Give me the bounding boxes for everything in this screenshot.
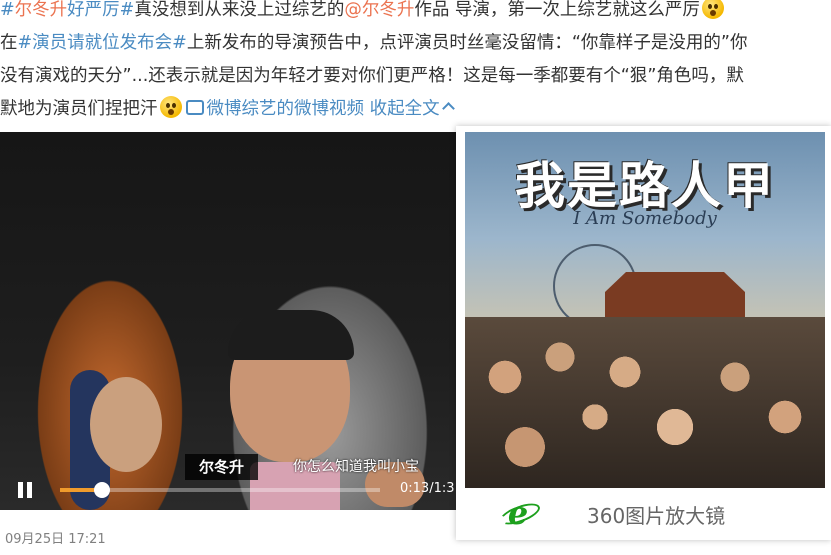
poster-subtitle: I Am Somebody xyxy=(573,208,717,229)
magnifier-bar[interactable]: e 360图片放大镜 xyxy=(456,488,831,540)
collapse-button[interactable]: 收起全文 xyxy=(370,99,455,119)
video-controls: 0:13/1:3 xyxy=(0,470,459,510)
post-text-segment: 导演，第一次上综艺就这么严厉 xyxy=(449,0,700,20)
video-frame-face-woman xyxy=(90,377,162,472)
crowd-graphic xyxy=(465,317,825,488)
progress-handle[interactable] xyxy=(93,482,110,498)
video-frame-hair-man xyxy=(228,310,354,360)
video-time: 0:13/1:3 xyxy=(400,481,455,496)
video-source-link[interactable]: 微博综艺的微博视频 xyxy=(207,99,365,119)
ie-e-icon: e xyxy=(503,497,533,529)
movie-poster-image[interactable]: 我是路人甲 I Am Somebody xyxy=(465,132,825,488)
video-player[interactable]: 尔冬升 你怎么知道我叫小宝 0:13/1:3 xyxy=(0,132,459,510)
magnifier-label: 360图片放大镜 xyxy=(587,504,726,528)
video-link-icon xyxy=(185,100,204,115)
chevron-up-icon xyxy=(441,102,455,115)
post-line-2: 在#演员请就位发布会#上新发布的导演预告中，点评演员时丝毫没留情：“你靠样子是没… xyxy=(0,27,826,60)
post-text-segment: 在 xyxy=(0,33,18,53)
sweat-face-emoji-icon xyxy=(159,96,182,118)
shocked-face-emoji-icon xyxy=(701,0,724,19)
mention-suffix: 作品 xyxy=(414,0,450,20)
post-text-segment: 没有演戏的天分”...还表示就是因为年轻才要对你们更严格！这是每一季都要有个“狠… xyxy=(0,66,744,86)
post-line-4: 默地为演员们捏把汗 微博综艺的微博视频 收起全文 xyxy=(0,93,826,126)
topic-link-actor-casting[interactable]: #演员请就位发布会# xyxy=(18,33,187,53)
palace-graphic xyxy=(605,272,745,322)
post-line-1: #尔冬升好严厉#真没想到从来没上过综艺的@尔冬升作品 导演，第一次上综艺就这么严… xyxy=(0,0,826,27)
progress-bar[interactable] xyxy=(60,482,380,498)
image-magnifier-panel: 我是路人甲 I Am Somebody e 360图片放大镜 xyxy=(456,126,831,540)
post-text-segment: 默地为演员们捏把汗 xyxy=(0,99,158,119)
mention-link[interactable]: @尔冬升 xyxy=(344,0,414,20)
post-text: #尔冬升好严厉#真没想到从来没上过综艺的@尔冬升作品 导演，第一次上综艺就这么严… xyxy=(0,0,826,126)
post-text-segment: 真没想到从来没上过综艺的 xyxy=(134,0,345,20)
post-line-3: 没有演戏的天分”...还表示就是因为年轻才要对你们更严格！这是每一季都要有个“狠… xyxy=(0,60,826,93)
post-timestamp[interactable]: 09月25日 17:21 xyxy=(5,528,106,547)
topic-link-erdongsheng[interactable]: #尔冬升好严厉# xyxy=(0,0,134,20)
post-text-segment: 上新发布的导演预告中，点评演员时丝毫没留情：“你靠样子是没用的”你 xyxy=(186,33,748,53)
pause-button[interactable] xyxy=(17,482,33,498)
